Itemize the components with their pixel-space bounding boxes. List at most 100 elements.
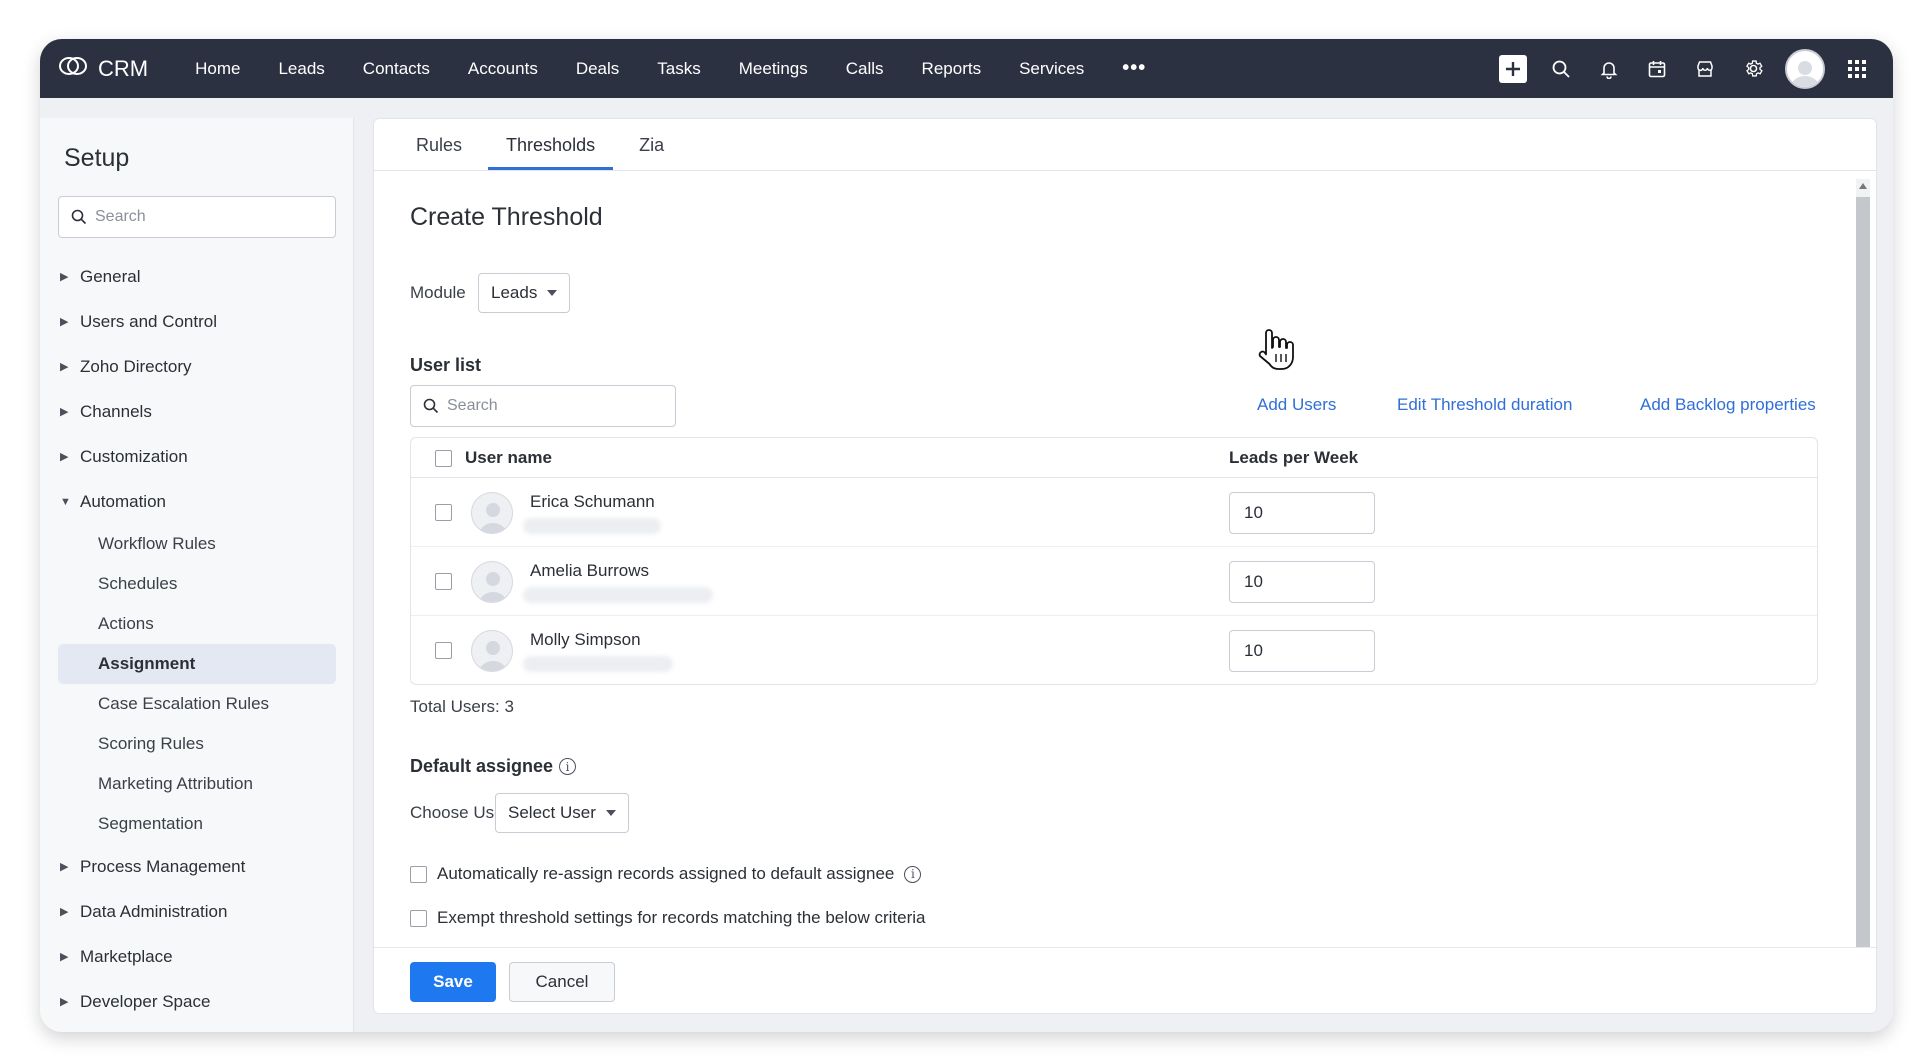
choose-user-select[interactable]: Select User (495, 793, 629, 833)
caret-right-icon: ▶ (60, 451, 69, 463)
reassign-option[interactable]: Automatically re-assign records assigned… (410, 864, 922, 884)
sidebar-group-label: Customization (80, 446, 188, 466)
sidebar-search-input[interactable]: Search (58, 196, 336, 238)
sidebar-item-workflow-rules[interactable]: Workflow Rules (58, 524, 336, 564)
user-name: Erica Schumann (530, 492, 655, 511)
user-threshold-table: User name Leads per Week Erica Schumann … (410, 437, 1818, 685)
user-avatar (471, 630, 513, 672)
user-search-placeholder: Search (447, 397, 498, 414)
leads-per-week-input[interactable]: 10 (1229, 492, 1375, 534)
info-icon[interactable]: i (904, 865, 922, 883)
sidebar-item-segmentation[interactable]: Segmentation (58, 804, 336, 844)
user-email-blurred (523, 587, 713, 603)
main-nav: Home Leads Contacts Accounts Deals Tasks… (176, 57, 1165, 80)
row-checkbox[interactable] (435, 573, 452, 590)
calendar-icon[interactable] (1633, 39, 1681, 98)
table-header: User name Leads per Week (411, 438, 1817, 478)
module-select[interactable]: Leads (478, 273, 571, 313)
cancel-button[interactable]: Cancel (509, 962, 615, 1002)
hand-cursor-icon (1256, 326, 1296, 379)
caret-right-icon: ▶ (60, 951, 69, 963)
sidebar-item-actions[interactable]: Actions (58, 604, 336, 644)
bell-icon[interactable] (1585, 39, 1633, 98)
nav-deals[interactable]: Deals (557, 59, 638, 79)
marketplace-icon[interactable] (1681, 39, 1729, 98)
nav-more-button[interactable]: ••• (1103, 57, 1165, 80)
tab-rules[interactable]: Rules (398, 135, 480, 170)
sidebar-item-schedules[interactable]: Schedules (58, 564, 336, 604)
sidebar-group-automation[interactable]: ▼ Automation (58, 479, 336, 524)
nav-reports[interactable]: Reports (903, 59, 1001, 79)
default-assignee-heading: Default assignee i (410, 756, 577, 777)
nav-calls[interactable]: Calls (827, 59, 903, 79)
sidebar-group-customization[interactable]: ▶ Customization (58, 434, 336, 479)
nav-accounts[interactable]: Accounts (449, 59, 557, 79)
vertical-scrollbar[interactable] (1856, 179, 1870, 947)
sidebar-group-label: Channels (80, 401, 152, 421)
nav-meetings[interactable]: Meetings (720, 59, 827, 79)
sidebar-search-placeholder: Search (95, 208, 146, 225)
setup-sidebar: Setup Search ▶ General ▶ Users and Control… (40, 118, 354, 1032)
apps-grid-icon[interactable] (1833, 39, 1881, 98)
row-checkbox[interactable] (435, 642, 452, 659)
nav-home[interactable]: Home (176, 59, 259, 79)
avatar[interactable] (1785, 48, 1825, 89)
sidebar-group-channels[interactable]: ▶ Channels (58, 389, 336, 434)
select-all-checkbox[interactable] (435, 450, 452, 467)
create-new-button[interactable] (1489, 39, 1537, 98)
sidebar-group-process-management[interactable]: ▶ Process Management (58, 844, 336, 889)
user-avatar (471, 561, 513, 603)
user-avatar (471, 492, 513, 534)
search-icon[interactable] (1537, 39, 1585, 98)
sidebar-group-label: Marketplace (80, 946, 173, 966)
caret-right-icon: ▶ (60, 271, 69, 283)
nav-tasks[interactable]: Tasks (638, 59, 719, 79)
scroll-up-arrow-icon[interactable] (1859, 183, 1867, 189)
row-checkbox[interactable] (435, 504, 452, 521)
sidebar-group-label: Users and Control (80, 311, 218, 331)
total-users: Total Users: 3 (410, 697, 514, 716)
sidebar-group-developer-space[interactable]: ▶ Developer Space (58, 979, 336, 1024)
add-backlog-properties-link[interactable]: Add Backlog properties (1640, 395, 1816, 415)
info-icon[interactable]: i (559, 758, 577, 775)
sidebar-group-data-administration[interactable]: ▶ Data Administration (58, 889, 336, 934)
sidebar-item-scoring-rules[interactable]: Scoring Rules (58, 724, 336, 764)
tab-thresholds[interactable]: Thresholds (488, 135, 614, 170)
nav-services[interactable]: Services (1000, 59, 1103, 79)
user-list-label: User list (410, 355, 482, 375)
reassign-checkbox[interactable] (410, 865, 427, 883)
edit-threshold-duration-link[interactable]: Edit Threshold duration (1397, 395, 1572, 415)
sidebar-item-marketing-attribution[interactable]: Marketing Attribution (58, 764, 336, 804)
nav-contacts[interactable]: Contacts (344, 59, 449, 79)
sidebar-title: Setup (64, 144, 130, 172)
user-name: Amelia Burrows (530, 561, 650, 580)
user-search-input[interactable]: Search (410, 385, 676, 427)
page-title: Create Threshold (410, 203, 603, 231)
save-button[interactable]: Save (410, 962, 496, 1002)
sidebar-group-marketplace[interactable]: ▶ Marketplace (58, 934, 336, 979)
leads-per-week-input[interactable]: 10 (1229, 630, 1375, 672)
caret-down-icon: ▼ (60, 495, 71, 508)
table-row: Amelia Burrows 10 (411, 547, 1817, 616)
caret-right-icon: ▶ (60, 861, 69, 873)
sidebar-group-zoho-directory[interactable]: ▶ Zoho Directory (58, 344, 336, 389)
nav-leads[interactable]: Leads (259, 59, 343, 79)
gear-icon[interactable] (1729, 39, 1777, 98)
app-window: CRM Home Leads Contacts Accounts Deals T… (40, 39, 1893, 1032)
sidebar-item-assignment[interactable]: Assignment (58, 644, 336, 684)
scrollbar-thumb[interactable] (1856, 197, 1870, 947)
choose-user-select-value: Select User (508, 803, 596, 822)
exempt-checkbox[interactable] (410, 909, 427, 927)
crm-logo-icon (58, 55, 88, 82)
tab-zia[interactable]: Zia (621, 135, 682, 170)
brand[interactable]: CRM (58, 55, 148, 82)
sidebar-group-general[interactable]: ▶ General (58, 254, 336, 299)
exempt-option[interactable]: Exempt threshold settings for records ma… (410, 908, 926, 928)
sidebar-group-users-and-control[interactable]: ▶ Users and Control (58, 299, 336, 344)
caret-right-icon: ▶ (60, 361, 69, 373)
leads-per-week-input[interactable]: 10 (1229, 561, 1375, 603)
sidebar-item-case-escalation-rules[interactable]: Case Escalation Rules (58, 684, 336, 724)
top-right-tools (1489, 39, 1881, 98)
add-users-link[interactable]: Add Users (1257, 395, 1336, 415)
caret-right-icon: ▶ (60, 406, 69, 418)
